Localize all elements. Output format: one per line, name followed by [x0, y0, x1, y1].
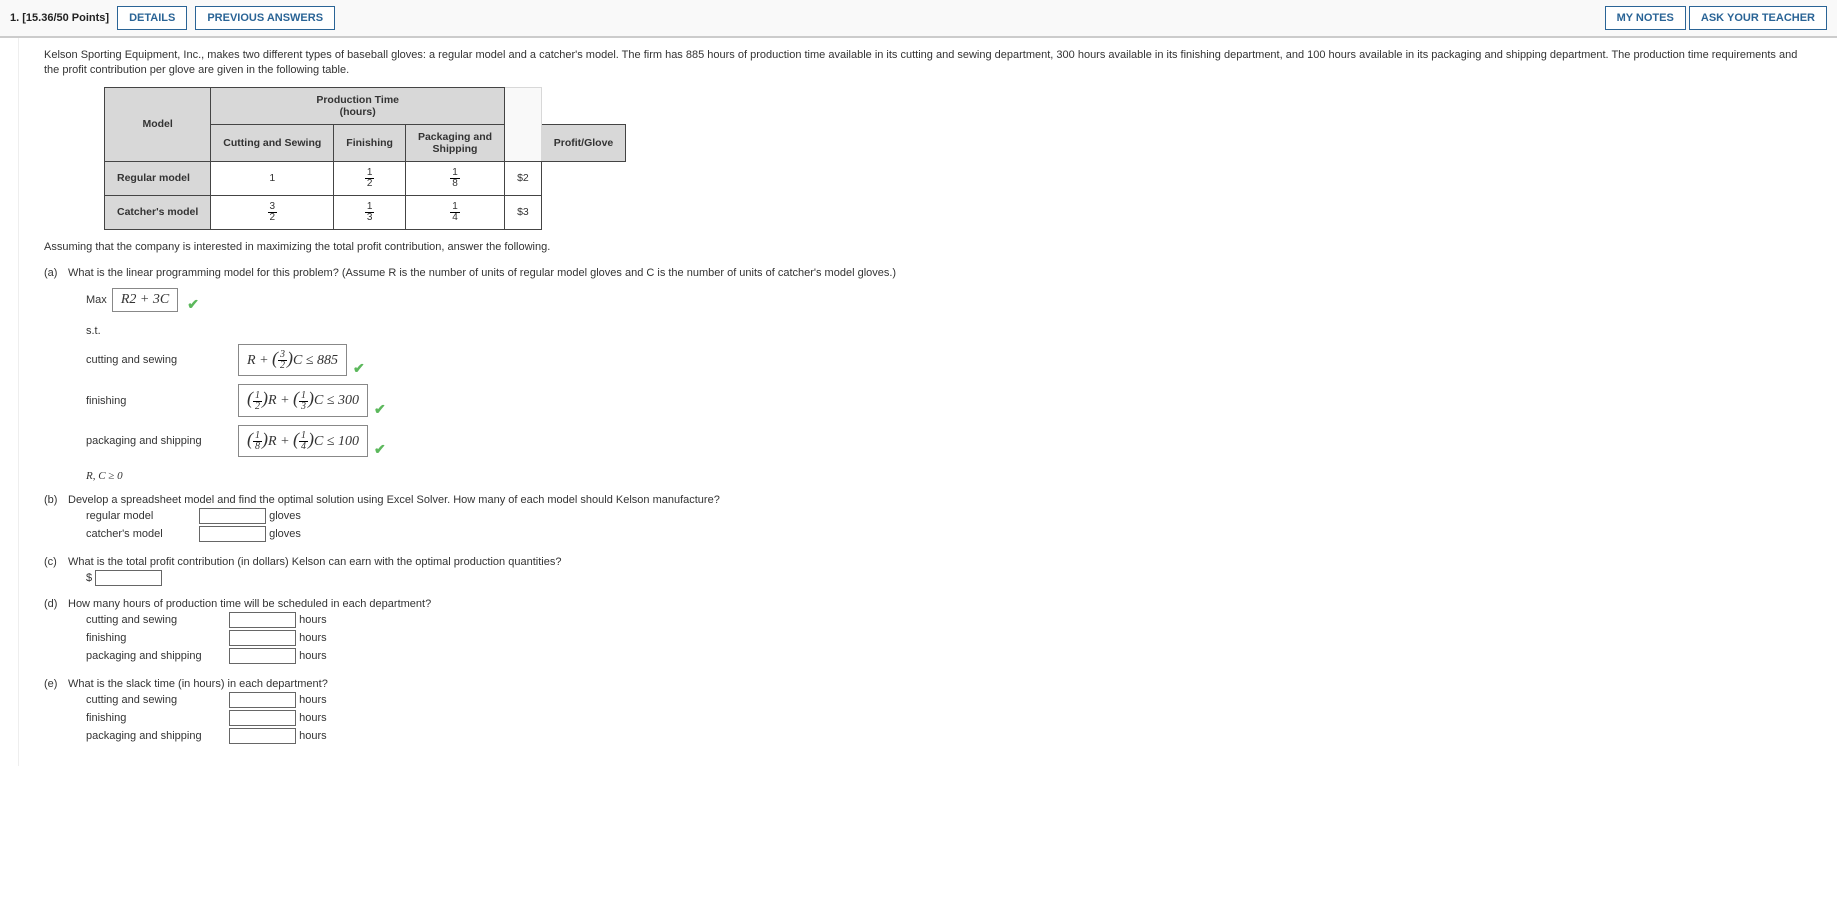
my-notes-button[interactable]: MY NOTES: [1605, 6, 1686, 30]
e-pack-unit: hours: [299, 730, 327, 742]
e-pack-input[interactable]: [229, 728, 296, 744]
part-b-question: Develop a spreadsheet model and find the…: [68, 494, 720, 506]
d-fin-label: finishing: [86, 632, 226, 644]
part-d-label: (d): [44, 598, 68, 666]
problem-intro: Kelson Sporting Equipment, Inc., makes t…: [44, 48, 1812, 79]
c3-label: packaging and shipping: [86, 435, 236, 447]
col-finishing: Finishing: [334, 124, 406, 161]
ask-teacher-button[interactable]: ASK YOUR TEACHER: [1689, 6, 1827, 30]
c1-label: cutting and sewing: [86, 354, 236, 366]
b-catcher-input[interactable]: [199, 526, 266, 542]
objective-input[interactable]: R2 + 3C: [112, 288, 178, 312]
b-regular-unit: gloves: [269, 510, 301, 522]
col-cutting: Cutting and Sewing: [211, 124, 334, 161]
part-b-label: (b): [44, 494, 68, 544]
check-icon: ✔: [374, 441, 386, 458]
details-button[interactable]: DETAILS: [117, 6, 187, 30]
d-cut-input[interactable]: [229, 612, 296, 628]
d-fin-input[interactable]: [229, 630, 296, 646]
previous-answers-button[interactable]: PREVIOUS ANSWERS: [195, 6, 335, 30]
col-packaging: Packaging andShipping: [405, 124, 504, 161]
e-fin-input[interactable]: [229, 710, 296, 726]
e-cut-unit: hours: [299, 694, 327, 706]
e-fin-unit: hours: [299, 712, 327, 724]
d-pack-label: packaging and shipping: [86, 650, 226, 662]
part-a-label: (a): [44, 267, 68, 482]
part-e-label: (e): [44, 678, 68, 746]
part-c-question: What is the total profit contribution (i…: [68, 556, 561, 568]
d-fin-unit: hours: [299, 632, 327, 644]
c-profit-input[interactable]: [95, 570, 162, 586]
b-regular-input[interactable]: [199, 508, 266, 524]
part-d-question: How many hours of production time will b…: [68, 598, 431, 610]
e-pack-label: packaging and shipping: [86, 730, 226, 742]
c3-input[interactable]: (18)R + (14)C ≤ 100: [238, 425, 368, 457]
question-content: Kelson Sporting Equipment, Inc., makes t…: [18, 38, 1837, 766]
e-cut-input[interactable]: [229, 692, 296, 708]
max-label: Max: [86, 294, 107, 306]
nonneg: R, C ≥ 0: [86, 470, 896, 482]
question-number: 1. [15.36/50 Points]: [10, 12, 109, 24]
c2-input[interactable]: (12)R + (13)C ≤ 300: [238, 384, 368, 416]
assume-text: Assuming that the company is interested …: [44, 240, 1812, 255]
c1-input[interactable]: R + (32)C ≤ 885: [238, 344, 347, 376]
b-catcher-unit: gloves: [269, 528, 301, 540]
part-a-question: What is the linear programming model for…: [68, 267, 896, 279]
col-profit: Profit/Glove: [541, 124, 626, 161]
e-fin-label: finishing: [86, 712, 226, 724]
b-regular-label: regular model: [86, 510, 196, 522]
table-row: Regular model 1 12 18 $2: [105, 161, 626, 195]
c2-label: finishing: [86, 395, 236, 407]
dollar-prefix: $: [86, 572, 92, 584]
d-pack-input[interactable]: [229, 648, 296, 664]
e-cut-label: cutting and sewing: [86, 694, 226, 706]
question-header: 1. [15.36/50 Points] DETAILS PREVIOUS AN…: [0, 0, 1837, 38]
check-icon: ✔: [374, 401, 386, 418]
d-cut-unit: hours: [299, 614, 327, 626]
part-e-question: What is the slack time (in hours) in eac…: [68, 678, 328, 690]
prodtime-header: Production Time(hours): [211, 87, 505, 124]
model-header: Model: [105, 87, 211, 161]
table-row: Catcher's model 32 13 14 $3: [105, 195, 626, 229]
d-pack-unit: hours: [299, 650, 327, 662]
st-label: s.t.: [86, 325, 896, 337]
b-catcher-label: catcher's model: [86, 528, 196, 540]
production-table: Model Production Time(hours) Cutting and…: [104, 87, 626, 230]
part-c-label: (c): [44, 556, 68, 586]
check-icon: ✔: [187, 296, 199, 312]
check-icon: ✔: [353, 360, 365, 377]
d-cut-label: cutting and sewing: [86, 614, 226, 626]
